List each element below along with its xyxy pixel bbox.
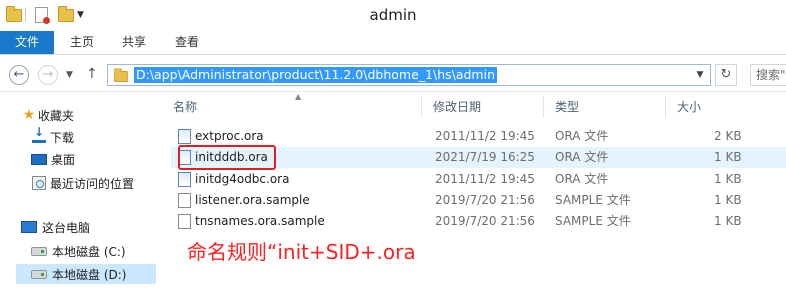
nav-this-pc-label: 这台电脑: [42, 220, 91, 235]
download-icon: [32, 125, 46, 143]
nav-desktop[interactable]: 桌面: [31, 149, 75, 169]
file-size: 2 KB: [714, 129, 742, 143]
recent-places-icon: [32, 176, 46, 190]
nav-drive-c[interactable]: 本地磁盘 (C:): [31, 241, 126, 261]
file-date: 2019/7/20 21:56: [435, 193, 535, 207]
file-name: tnsnames.ora.sample: [195, 214, 325, 228]
nav-recent[interactable]: 最近访问的位置: [31, 173, 134, 193]
highlight-box: [178, 145, 276, 170]
search-input[interactable]: 搜索": [750, 64, 786, 86]
tab-view[interactable]: 查看: [162, 31, 212, 54]
tab-home[interactable]: 主页: [58, 31, 106, 54]
column-divider[interactable]: [421, 96, 422, 118]
column-divider[interactable]: [665, 96, 666, 118]
tab-file[interactable]: 文件: [0, 31, 54, 54]
file-name: initdg4odbc.ora: [195, 172, 290, 186]
drive-icon: [31, 269, 47, 279]
file-icon: [178, 193, 191, 208]
column-header-size[interactable]: 大小: [667, 96, 747, 118]
file-row[interactable]: initdg4odbc.ora 2011/11/2 19:45 ORA 文件 1…: [171, 169, 786, 190]
column-divider[interactable]: [543, 96, 544, 118]
file-name: extproc.ora: [195, 129, 264, 143]
file-type: ORA 文件: [555, 172, 609, 186]
address-history-chevron-icon[interactable]: ▼: [692, 67, 708, 83]
file-type: SAMPLE 文件: [555, 214, 631, 228]
ora-file-icon: [178, 172, 191, 187]
nav-recent-label: 最近访问的位置: [50, 176, 135, 191]
file-row[interactable]: tnsnames.ora.sample 2019/7/20 21:56 SAMP…: [171, 211, 786, 232]
address-bar[interactable]: D:\app\Administrator\product\11.2.0\dbho…: [107, 64, 711, 86]
ribbon-tabs: 文件 主页 共享 查看: [0, 31, 786, 55]
address-path-input[interactable]: D:\app\Administrator\product\11.2.0\dbho…: [134, 67, 498, 83]
file-row[interactable]: listener.ora.sample 2019/7/20 21:56 SAMP…: [171, 190, 786, 211]
back-button[interactable]: ←: [9, 65, 29, 85]
column-headers: 名称 修改日期 类型 大小: [163, 96, 786, 118]
forward-button[interactable]: →: [38, 65, 58, 85]
file-size: 1 KB: [714, 193, 742, 207]
refresh-button[interactable]: ↻: [715, 64, 737, 86]
column-header-name[interactable]: 名称: [163, 96, 421, 118]
file-name: listener.ora.sample: [195, 193, 310, 207]
nav-favorites-label: 收藏夹: [38, 108, 75, 123]
address-toolbar: ← → ▼ ↑ D:\app\Administrator\product\11.…: [0, 56, 786, 92]
column-header-type[interactable]: 类型: [545, 96, 665, 118]
nav-drive-d[interactable]: 本地磁盘 (D:): [16, 264, 156, 284]
window-title: admin: [369, 6, 417, 24]
column-header-date[interactable]: 修改日期: [423, 96, 543, 118]
nav-favorites[interactable]: ★ 收藏夹: [20, 105, 74, 125]
nav-this-pc[interactable]: 这台电脑: [21, 217, 90, 237]
nav-drive-c-label: 本地磁盘 (C:): [52, 244, 126, 259]
computer-icon: [21, 221, 37, 233]
up-button[interactable]: ↑: [86, 66, 98, 82]
recent-locations-chevron-icon[interactable]: ▼: [66, 70, 73, 80]
drive-icon: [31, 246, 47, 256]
navigation-pane: ★ 收藏夹 下载 桌面 最近访问的位置 这台电脑 本地磁盘 (C:) 本地磁盘 …: [0, 93, 162, 293]
star-icon: ★: [22, 107, 36, 123]
tab-share[interactable]: 共享: [110, 31, 158, 54]
nav-desktop-label: 桌面: [51, 152, 76, 167]
file-size: 1 KB: [714, 172, 742, 186]
file-type: ORA 文件: [555, 129, 609, 143]
file-date: 2011/11/2 19:45: [435, 129, 535, 143]
title-bar: ▼ admin: [0, 0, 786, 30]
desktop-icon: [31, 153, 47, 165]
nav-downloads-label: 下载: [50, 130, 75, 145]
file-type: ORA 文件: [555, 150, 609, 164]
file-icon: [178, 214, 191, 229]
nav-drive-d-label: 本地磁盘 (D:): [52, 267, 127, 282]
file-type: SAMPLE 文件: [555, 193, 631, 207]
file-date: 2011/11/2 19:45: [435, 172, 535, 186]
folder-icon: [114, 68, 128, 83]
annotation-text: 命名规则“init+SID+.ora: [187, 240, 416, 264]
file-size: 1 KB: [714, 150, 742, 164]
nav-downloads[interactable]: 下载: [30, 125, 75, 147]
file-row[interactable]: extproc.ora 2011/11/2 19:45 ORA 文件 2 KB: [171, 126, 786, 147]
ora-file-icon: [178, 129, 191, 144]
file-size: 1 KB: [714, 214, 742, 228]
file-date: 2021/7/19 16:25: [435, 150, 535, 164]
file-date: 2019/7/20 21:56: [435, 214, 535, 228]
